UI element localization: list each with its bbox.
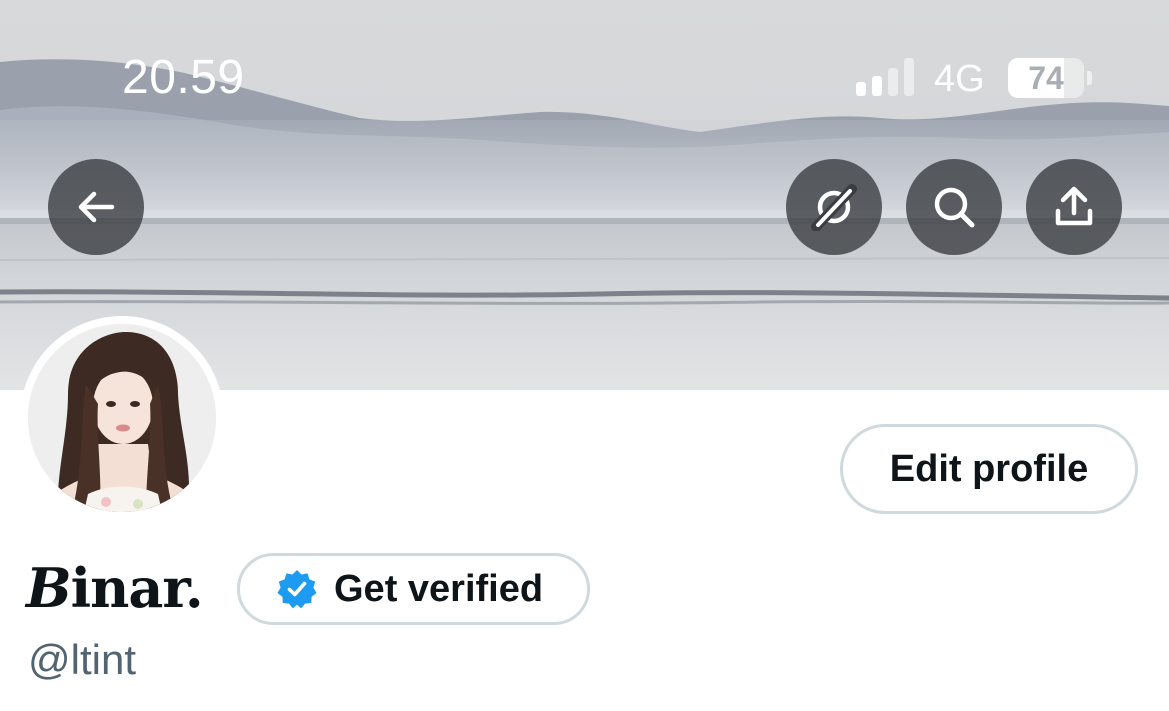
share-button[interactable]	[1026, 159, 1122, 255]
battery-level: 74	[1028, 60, 1064, 96]
user-handle: @ltint	[28, 636, 136, 683]
search-button[interactable]	[906, 159, 1002, 255]
arrow-left-icon	[78, 191, 115, 223]
get-verified-button[interactable]: Get verified	[237, 553, 590, 625]
signal-strength-icon	[856, 58, 916, 96]
back-button[interactable]	[48, 159, 144, 255]
display-name: Binar.	[26, 556, 204, 620]
display-name-initial: B	[26, 556, 72, 620]
get-verified-label: Get verified	[334, 567, 544, 610]
profile-avatar[interactable]	[20, 316, 224, 520]
display-name-rest: inar.	[70, 556, 204, 620]
verified-badge-icon	[277, 570, 317, 609]
battery-tip	[1087, 71, 1092, 85]
search-icon	[934, 187, 975, 228]
avatar-photo	[28, 324, 216, 512]
edit-profile-button[interactable]: Edit profile	[840, 424, 1138, 514]
grok-slash-icon	[811, 184, 857, 231]
profile-page: 20.59 4G 74 Edit profile Binar. Get veri…	[0, 0, 1169, 711]
grok-button[interactable]	[786, 159, 882, 255]
network-type: 4G	[934, 58, 985, 100]
status-time: 20.59	[122, 51, 245, 104]
share-upload-icon	[1055, 186, 1093, 226]
